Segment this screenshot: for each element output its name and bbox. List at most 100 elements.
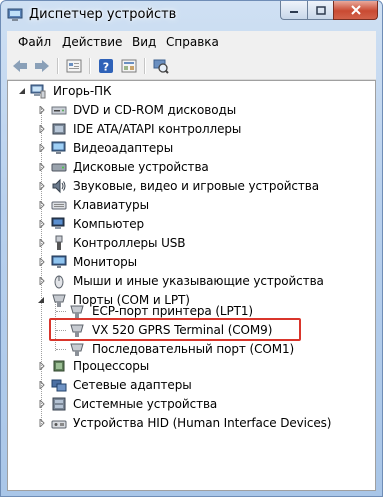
toolbar-separator [144,58,146,74]
tree-item-label: Видеоадаптеры [73,141,174,155]
toolbar: ? [7,53,376,80]
port-icon [70,343,84,356]
tree-item-port-com1[interactable]: Последовательный порт (COM1) [8,340,368,358]
menu-help[interactable]: Справка [166,35,219,49]
tree-root-label: Игорь-ПК [53,84,112,98]
expand-arrow-icon [39,277,45,285]
ide-controller-icon [52,123,66,135]
expand-arrow-icon [39,239,45,247]
expand-arrow-icon [39,381,45,389]
processor-icon [53,360,65,372]
tree-item-label: DVD и CD-ROM дисководы [73,103,237,117]
tree-item-mice[interactable]: Мыши и иные указывающие устройства [8,272,368,290]
expand-arrow-icon [39,362,45,370]
highlight-box [49,318,301,341]
caption-buttons [280,1,378,21]
svg-text:?: ? [103,61,109,74]
expand-arrow-icon [39,258,45,266]
tree-item-label: Звуковые, видео и игровые устройства [73,179,320,193]
maximize-icon [315,5,326,15]
tree-item-hid[interactable]: Устройства HID (Human Interface Devices) [8,414,368,432]
tree-item-label: Процессоры [73,359,150,373]
tree-item-label: ECP-порт принтера (LPT1) [92,304,253,318]
expand-arrow-icon [39,182,45,190]
menu-bar: Файл Действие Вид Справка [7,31,376,53]
tree-item-display-adapters[interactable]: Видеоадаптеры [8,139,368,157]
tree-item-disk-drives[interactable]: Дисковые устройства [8,158,368,176]
tree-item-system-devices[interactable]: Системные устройства [8,395,368,413]
device-manager-window: Диспетчер устройств Файл Действие Вид Сп… [0,0,383,497]
tree-item-label: Контроллеры USB [73,236,186,250]
tree-item-label: Системные устройства [73,397,218,411]
hid-icon [51,420,67,429]
dvd-drive-icon [51,106,67,115]
tree-item-label: Компьютер [73,217,145,231]
tree-item-label: Дисковые устройства [73,160,209,174]
expand-arrow-icon [39,125,45,133]
menu-view[interactable]: Вид [132,35,156,49]
keyboard-icon [51,201,67,210]
tree-root-computer[interactable]: Игорь-ПК [8,82,368,100]
tree-item-label: Последовательный порт (COM1) [92,342,295,356]
port-icon [70,305,84,318]
menu-action[interactable]: Действие [62,35,122,49]
properties-button[interactable] [65,57,83,75]
mouse-icon [54,275,64,289]
expand-arrow-icon [39,419,45,427]
forward-button[interactable] [33,57,51,75]
collapse-arrow-icon [19,88,25,94]
back-button[interactable] [11,57,29,75]
close-icon [350,5,361,15]
toolbar-separator [57,58,59,74]
expand-arrow-icon [39,201,45,209]
properties-icon [66,59,82,73]
maximize-button[interactable] [307,1,333,20]
display-adapter-icon [51,141,66,154]
tree-item-label: Устройства HID (Human Interface Devices) [73,416,332,430]
scan-hardware-icon [153,59,169,74]
tree-item-dvd[interactable]: DVD и CD-ROM дисководы [8,101,368,119]
tree-item-label: Сетевые адаптеры [73,378,192,392]
network-adapter-icon [51,379,67,392]
expand-arrow-icon [39,220,45,228]
expand-arrow-icon [39,106,45,114]
computer-icon [30,84,46,99]
help-icon: ? [99,59,113,74]
minimize-button[interactable] [280,1,307,20]
tree-item-label: Мониторы [73,255,137,269]
scan-hardware-button[interactable] [152,57,170,75]
computer-icon [51,217,65,229]
tree-item-sound[interactable]: Звуковые, видео и игровые устройства [8,177,368,195]
device-manager-app-icon [7,8,23,21]
forward-arrow-icon [35,60,49,72]
tree-item-label: Клавиатуры [73,198,149,212]
tree-item-usb[interactable]: Контроллеры USB [8,234,368,252]
tree-item-label: IDE ATA/ATAPI контроллеры [73,122,242,136]
usb-icon [55,235,63,250]
tree-item-ide[interactable]: IDE ATA/ATAPI контроллеры [8,120,368,138]
device-tree[interactable]: Игорь-ПК DVD и CD-ROM дисководы IDE ATA/… [7,80,376,491]
tree-item-keyboards[interactable]: Клавиатуры [8,196,368,214]
tree-item-processors[interactable]: Процессоры [8,357,368,375]
expand-arrow-icon [39,144,45,152]
expand-arrow-icon [39,400,45,408]
tree-item-monitors[interactable]: Мониторы [8,253,368,271]
tree-item-label: Мыши и иные указывающие устройства [73,274,324,288]
view-button[interactable] [120,57,138,75]
minimize-icon [290,11,298,13]
expand-arrow-icon [39,163,45,171]
view-icon [121,59,137,73]
window-title: Диспетчер устройств [29,7,177,22]
menu-file[interactable]: Файл [18,35,51,49]
title-bar[interactable]: Диспетчер устройств [1,1,382,29]
back-arrow-icon [13,60,27,72]
help-button[interactable]: ? [97,57,115,75]
toolbar-separator [89,58,91,74]
tree-item-computer[interactable]: Компьютер [8,215,368,233]
disk-drive-icon [51,163,67,172]
close-button[interactable] [333,1,378,20]
tree-item-network[interactable]: Сетевые адаптеры [8,376,368,394]
sound-icon [52,178,66,194]
monitor-icon [51,255,67,268]
system-device-icon [52,397,66,411]
